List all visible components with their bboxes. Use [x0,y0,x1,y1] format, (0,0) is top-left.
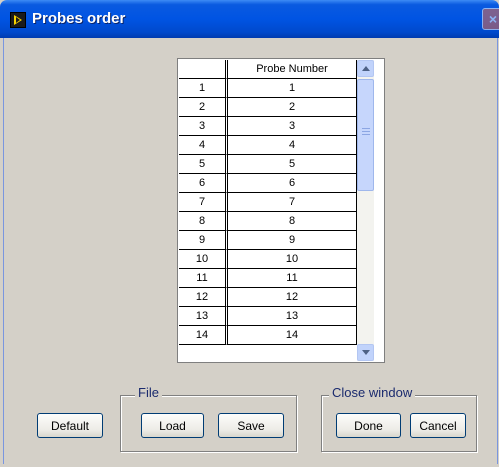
table-header-row: Probe Number [179,60,357,79]
chevron-up-icon [362,66,370,71]
probe-number-cell[interactable]: 3 [228,117,357,136]
probe-number-cell[interactable]: 1 [228,79,357,98]
probes-order-window: Probes order × Probe Number 112233445566… [0,0,499,467]
row-index-cell: 1 [179,79,228,98]
done-button[interactable]: Done [336,413,401,438]
table-row[interactable]: 10 10 [179,250,357,269]
row-index-cell: 8 [179,212,228,231]
table-row[interactable]: 11 11 [179,269,357,288]
probe-number-cell[interactable]: 7 [228,193,357,212]
table-row[interactable]: 88 [179,212,357,231]
probe-number-cell[interactable]: 9 [228,231,357,250]
row-index-header [179,60,228,79]
default-button[interactable]: Default [37,413,103,438]
table-row[interactable]: 33 [179,117,357,136]
row-index-cell: 10 [179,250,228,269]
probe-number-cell[interactable]: 2 [228,98,357,117]
row-index-cell: 11 [179,269,228,288]
table-row[interactable]: 55 [179,155,357,174]
table-row[interactable]: 99 [179,231,357,250]
save-button[interactable]: Save [218,413,284,438]
window-title: Probes order [32,10,126,27]
row-index-cell: 13 [179,307,228,326]
row-index-cell: 3 [179,117,228,136]
table-row[interactable]: 77 [179,193,357,212]
row-index-cell: 2 [179,98,228,117]
table-row[interactable]: 44 [179,136,357,155]
probe-table: Probe Number 1 1 2 2 3 3 4 4 5 5 6 6 7 7 8 8 9 9 10 10 11 11 1… [177,58,385,363]
file-group-label: File [135,385,162,400]
thumb-grip-line [362,128,370,129]
probe-number-header: Probe Number [228,60,357,79]
table-row[interactable]: 11 [179,79,357,98]
table-row[interactable]: 22 [179,98,357,117]
row-index-cell: 12 [179,288,228,307]
cancel-button[interactable]: Cancel [410,413,466,438]
row-index-cell: 14 [179,326,228,345]
row-index-cell: 7 [179,193,228,212]
close-window-group-label: Close window [329,385,416,400]
probe-number-cell[interactable]: 13 [228,307,357,326]
row-index-cell: 5 [179,155,228,174]
row-index-cell: 6 [179,174,228,193]
probe-number-cell[interactable]: 6 [228,174,357,193]
load-button[interactable]: Load [141,413,204,438]
probe-number-cell[interactable]: 5 [228,155,357,174]
probe-number-cell[interactable]: 12 [228,288,357,307]
chevron-down-icon [362,350,370,355]
labview-run-icon [10,12,26,28]
probe-number-cell[interactable]: 14 [228,326,357,345]
row-index-cell: 4 [179,136,228,155]
thumb-grip-line [362,134,370,135]
probe-number-cell[interactable]: 4 [228,136,357,155]
row-index-cell: 9 [179,231,228,250]
probe-number-cell[interactable]: 8 [228,212,357,231]
thumb-grip-line [362,131,370,132]
title-bar[interactable]: Probes order × [0,0,499,38]
probe-table-rows: Probe Number 1 1 2 2 3 3 4 4 5 5 6 6 7 7 8 8 9 9 10 10 11 11 1… [179,60,357,345]
scroll-thumb[interactable] [357,79,374,191]
close-button[interactable]: × [482,8,499,30]
scroll-up-button[interactable] [357,60,374,77]
table-row[interactable]: 13 13 [179,307,357,326]
table-row[interactable]: 14 14 [179,326,357,345]
table-row[interactable]: 66 [179,174,357,193]
probe-number-cell[interactable]: 10 [228,250,357,269]
table-row[interactable]: 12 12 [179,288,357,307]
probe-number-cell[interactable]: 11 [228,269,357,288]
table-scrollbar[interactable] [357,60,374,361]
scroll-down-button[interactable] [357,344,374,361]
